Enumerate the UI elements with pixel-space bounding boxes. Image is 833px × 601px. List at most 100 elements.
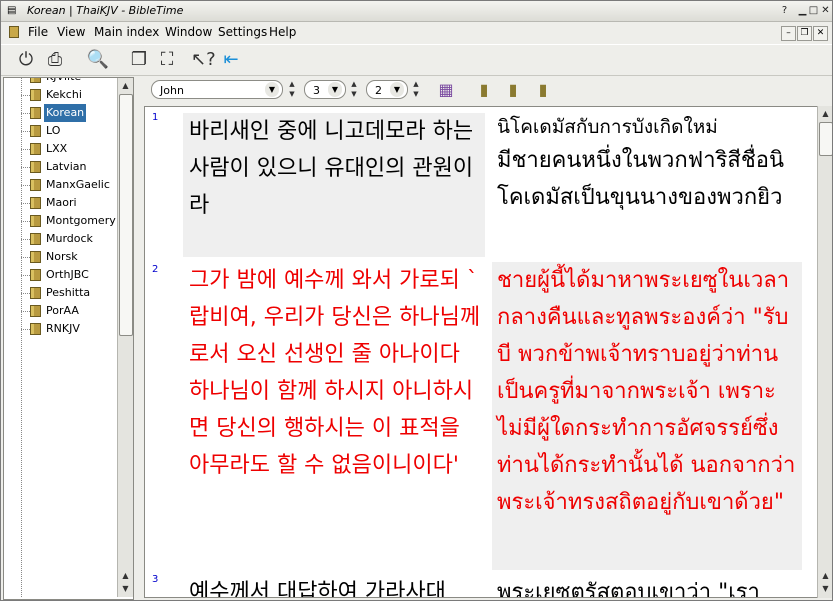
verse-row: 3 예수께서 대답하여 가라사대 พระเยซูตรัสตอบเขาว่า "เ…: [145, 569, 817, 598]
thai-verse-block: นิโคเดมัสกับการบังเกิดใหม่ มีชายคนหนึ่งใ…: [492, 112, 802, 216]
power-icon[interactable]: ⏻: [14, 48, 38, 72]
chevron-down-icon[interactable]: ▼: [390, 82, 404, 97]
chapter-combo[interactable]: 3 ▼: [304, 80, 346, 99]
module-item[interactable]: Maori: [4, 194, 117, 212]
search-icon[interactable]: 🔍: [86, 48, 110, 72]
menu-main-index[interactable]: Main index: [94, 25, 159, 39]
scroll-up-icon[interactable]: ▲: [119, 80, 132, 92]
book-icon: [30, 269, 41, 281]
module-item[interactable]: KJVlite: [4, 78, 117, 86]
scroll-thumb[interactable]: [119, 94, 133, 336]
module-item[interactable]: PorAA: [4, 302, 117, 320]
module-item[interactable]: LXX: [4, 140, 117, 158]
menu-view[interactable]: View: [57, 25, 85, 39]
verse-number[interactable]: 2: [152, 264, 158, 275]
book-icon: [30, 143, 41, 155]
book-spinner-icon[interactable]: ▲ ▼: [287, 79, 297, 100]
scroll-thumb[interactable]: [819, 122, 832, 156]
window-title: Korean | ThaiKJV - BibleTime: [27, 4, 184, 17]
verse-number[interactable]: 3: [152, 574, 158, 585]
scroll-up-icon[interactable]: ▲: [819, 108, 832, 120]
module-item[interactable]: Norsk: [4, 248, 117, 266]
lexicons-modules-icon[interactable]: ▮: [532, 79, 554, 101]
whats-this-icon[interactable]: ↖?: [191, 48, 216, 72]
reader-toolbar: John ▼ ▲ ▼ 3 ▼ ▲ ▼ 2 ▼ ▲ ▼ ▦ ▮ ▮ ▮: [144, 77, 832, 105]
book-icon: [30, 233, 41, 245]
module-item[interactable]: ManxGaelic: [4, 176, 117, 194]
cascade-windows-icon[interactable]: ❐: [127, 48, 151, 72]
book-icon: [30, 179, 41, 191]
title-bar[interactable]: ▤ Korean | ThaiKJV - BibleTime ? ▁ □ ✕: [1, 1, 832, 22]
book-icon: [30, 78, 41, 83]
thai-verse-text: พระเยซูตรัสตอบเขาว่า "เรา: [497, 580, 760, 598]
module-item[interactable]: RNKJV: [4, 320, 117, 338]
app-icon[interactable]: ▤: [7, 5, 19, 17]
book-value: John: [160, 84, 184, 97]
book-icon: [30, 107, 41, 119]
splitter[interactable]: [134, 77, 142, 598]
verse-value: 2: [375, 84, 382, 97]
book-icon: [30, 251, 41, 263]
fullscreen-icon[interactable]: ⛶: [155, 48, 179, 72]
verse-row: 2 그가 밤에 예수께 와서 가로되 `랍비여, 우리가 당신은 하나님께로서 …: [145, 257, 817, 570]
bibletime-window: ▤ Korean | ThaiKJV - BibleTime ? ▁ □ ✕ F…: [0, 0, 833, 601]
verse-row: 1 바리새인 중에 니고데모라 하는 사람이 있으니 유대인의 관원이라 นิโ…: [145, 107, 817, 257]
close-icon[interactable]: ✕: [819, 4, 832, 17]
menu-window[interactable]: Window: [165, 25, 212, 39]
module-item[interactable]: Latvian: [4, 158, 117, 176]
thai-verse-text: มีชายคนหนึ่งในพวกฟาริสีชื่อนิโคเดมัสเป็น…: [497, 148, 785, 210]
print-icon[interactable]: ⎙: [43, 48, 67, 72]
korean-verse-text: 예수께서 대답하여 가라사대: [189, 580, 446, 598]
chapter-spinner-icon[interactable]: ▲ ▼: [349, 79, 359, 100]
verse-number[interactable]: 1: [152, 112, 158, 123]
main-toolbar: ⏻ ⎙ 🔍 ❐ ⛶ ↖? ⇤: [1, 44, 832, 76]
korean-verse-text: 바리새인 중에 니고데모라 하는 사람이 있으니 유대인의 관원이라: [183, 113, 485, 257]
mdi-close-icon[interactable]: ✕: [813, 26, 828, 41]
mdi-minimize-icon[interactable]: –: [781, 26, 796, 41]
chevron-down-icon[interactable]: ▼: [265, 82, 279, 97]
book-icon: [30, 215, 41, 227]
book-icon: [30, 197, 41, 209]
book-icon: [30, 287, 41, 299]
module-item[interactable]: Montgomery: [4, 212, 117, 230]
chapter-value: 3: [313, 84, 320, 97]
verse-combo[interactable]: 2 ▼: [366, 80, 408, 99]
module-item[interactable]: Murdock: [4, 230, 117, 248]
commentaries-modules-icon[interactable]: ▮: [502, 79, 524, 101]
book-combo[interactable]: John ▼: [151, 80, 283, 99]
book-icon: [30, 125, 41, 137]
module-item[interactable]: OrthJBC: [4, 266, 117, 284]
display-settings-icon[interactable]: ▦: [435, 79, 457, 101]
bookshelf-panel: KJVlite Kekchi Korean LO LXX Latvian Man…: [3, 77, 134, 600]
bibles-modules-icon[interactable]: ▮: [473, 79, 495, 101]
verse-spinner-icon[interactable]: ▲ ▼: [411, 79, 421, 100]
book-icon: [30, 323, 41, 335]
back-arrow-icon[interactable]: ⇤: [219, 48, 243, 72]
scroll-up-icon[interactable]: ▲: [819, 570, 832, 582]
module-item[interactable]: Peshitta: [4, 284, 117, 302]
module-item[interactable]: Kekchi: [4, 86, 117, 104]
korean-verse-text: 그가 밤에 예수께 와서 가로되 `랍비여, 우리가 당신은 하나님께로서 오신…: [189, 268, 481, 478]
chevron-down-icon[interactable]: ▼: [328, 82, 342, 97]
mdi-doc-icon: [9, 26, 19, 38]
mdi-restore-icon[interactable]: ❐: [797, 26, 812, 41]
menu-file[interactable]: File: [28, 25, 48, 39]
module-tree-scrollbar[interactable]: ▲ ▲ ▼: [117, 78, 133, 597]
reader-scrollbar[interactable]: ▲ ▲ ▼: [817, 106, 832, 598]
menu-bar: File View Main index Window Settings Hel…: [1, 22, 832, 42]
module-item[interactable]: LO: [4, 122, 117, 140]
scroll-down-icon[interactable]: ▼: [119, 583, 132, 595]
book-icon: [30, 305, 41, 317]
reader-text-area: 1 바리새인 중에 니고데모라 하는 사람이 있으니 유대인의 관원이라 นิโ…: [144, 106, 817, 598]
menu-help[interactable]: Help: [269, 25, 296, 39]
book-icon: [30, 89, 41, 101]
thai-section-heading: นิโคเดมัสกับการบังเกิดใหม่: [497, 116, 718, 138]
scroll-up-icon[interactable]: ▲: [119, 570, 132, 582]
module-item-selected[interactable]: Korean: [4, 104, 117, 122]
book-icon: [30, 161, 41, 173]
thai-verse-text: ชายผู้นี้ได้มาหาพระเยซูในเวลากลางคืนและท…: [492, 262, 802, 570]
menu-settings[interactable]: Settings: [218, 25, 267, 39]
module-tree: KJVlite Kekchi Korean LO LXX Latvian Man…: [4, 78, 117, 597]
scroll-down-icon[interactable]: ▼: [819, 583, 832, 595]
help-icon[interactable]: ?: [778, 4, 791, 17]
